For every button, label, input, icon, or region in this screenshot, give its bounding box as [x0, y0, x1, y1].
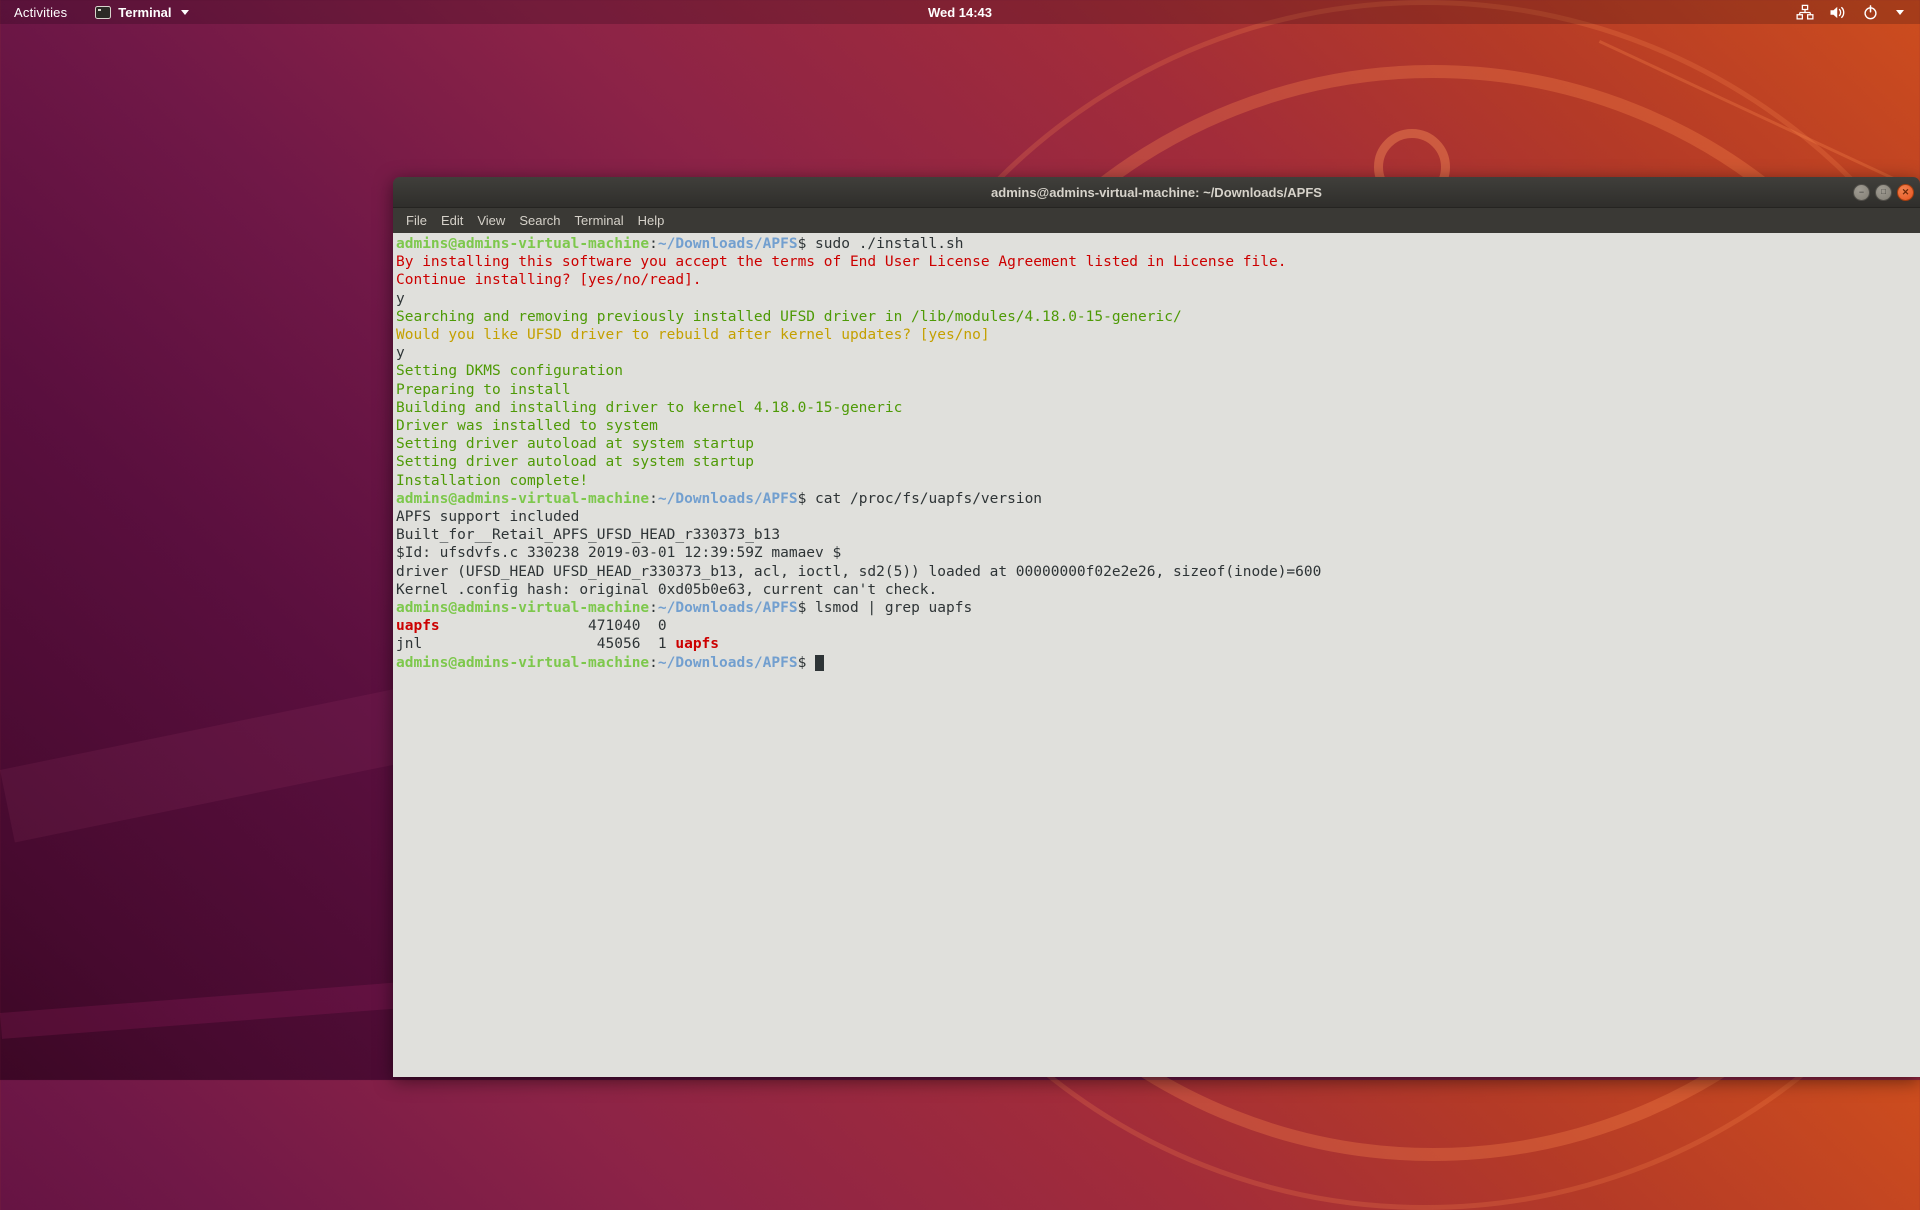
window-controls: − □ ✕: [1853, 177, 1914, 207]
terminal-line: Installation complete!: [396, 472, 589, 489]
activities-button[interactable]: Activities: [14, 5, 67, 20]
volume-icon: [1830, 6, 1845, 18]
close-button[interactable]: ✕: [1897, 183, 1914, 201]
terminal-line: Would you like UFSD driver to rebuild af…: [396, 327, 990, 344]
terminal-line: Setting DKMS configuration: [396, 363, 623, 380]
menu-item-view[interactable]: View: [470, 213, 512, 228]
terminal-output[interactable]: admins@admins-virtual-machine:~/Download…: [393, 233, 1920, 1077]
terminal-line: Setting driver autoload at system startu…: [396, 436, 754, 453]
terminal-window: admins@admins-virtual-machine: ~/Downloa…: [393, 177, 1920, 1077]
terminal-line: Kernel .config hash: original 0xd05b0e63…: [396, 581, 938, 598]
top-bar: Activities Terminal Wed 14:43: [0, 0, 1920, 24]
terminal-line: Searching and removing previously instal…: [396, 308, 1182, 325]
menu-item-terminal[interactable]: Terminal: [568, 213, 631, 228]
terminal-line: Continue installing? [yes/no/read].: [396, 272, 702, 289]
terminal-line: Preparing to install: [396, 381, 571, 398]
terminal-line: Building and installing driver to kernel…: [396, 399, 903, 416]
chevron-down-icon: [1896, 9, 1904, 15]
app-menu-button[interactable]: Terminal: [95, 4, 189, 20]
minimize-button[interactable]: −: [1853, 183, 1870, 201]
terminal-line: y: [396, 345, 405, 362]
terminal-line: driver (UFSD_HEAD UFSD_HEAD_r330373_b13,…: [396, 563, 1322, 580]
clock[interactable]: Wed 14:43: [0, 5, 1920, 20]
maximize-button[interactable]: □: [1875, 183, 1892, 201]
terminal-line: APFS support included: [396, 509, 580, 526]
terminal-line: admins@admins-virtual-machine:~/Download…: [396, 236, 964, 252]
terminal-line: Driver was installed to system: [396, 418, 658, 435]
terminal-line: admins@admins-virtual-machine:~/Download…: [396, 654, 1918, 672]
desktop: { "top_bar": { "activities": "Activities…: [0, 0, 1920, 1210]
window-title: admins@admins-virtual-machine: ~/Downloa…: [991, 184, 1322, 200]
power-icon: [1864, 4, 1877, 19]
terminal-line: By installing this software you accept t…: [396, 254, 1287, 271]
terminal-line: uapfs 471040 0: [396, 618, 667, 635]
terminal-line: Built_for__Retail_APFS_UFSD_HEAD_r330373…: [396, 527, 781, 544]
terminal-line: jnl 45056 1 uapfs: [396, 636, 720, 653]
menubar: File Edit View Search Terminal Help: [393, 208, 1920, 233]
terminal-line: admins@admins-virtual-machine:~/Download…: [396, 490, 1043, 507]
terminal-line: admins@admins-virtual-machine:~/Download…: [396, 600, 973, 617]
menu-item-edit[interactable]: Edit: [434, 213, 470, 228]
menu-item-search[interactable]: Search: [512, 213, 567, 228]
menu-item-file[interactable]: File: [399, 213, 434, 228]
terminal-line: Setting driver autoload at system startu…: [396, 454, 754, 471]
titlebar[interactable]: admins@admins-virtual-machine: ~/Downloa…: [393, 177, 1920, 208]
terminal-app-icon: [95, 5, 112, 19]
chevron-down-icon: [180, 9, 189, 15]
system-tray[interactable]: [1796, 4, 1920, 21]
terminal-line: y: [396, 290, 405, 307]
menu-item-help[interactable]: Help: [631, 213, 672, 228]
terminal-line: $Id: ufsdvfs.c 330238 2019-03-01 12:39:5…: [396, 545, 842, 562]
network-icon: [1796, 4, 1814, 20]
app-menu-label: Terminal: [118, 4, 172, 20]
